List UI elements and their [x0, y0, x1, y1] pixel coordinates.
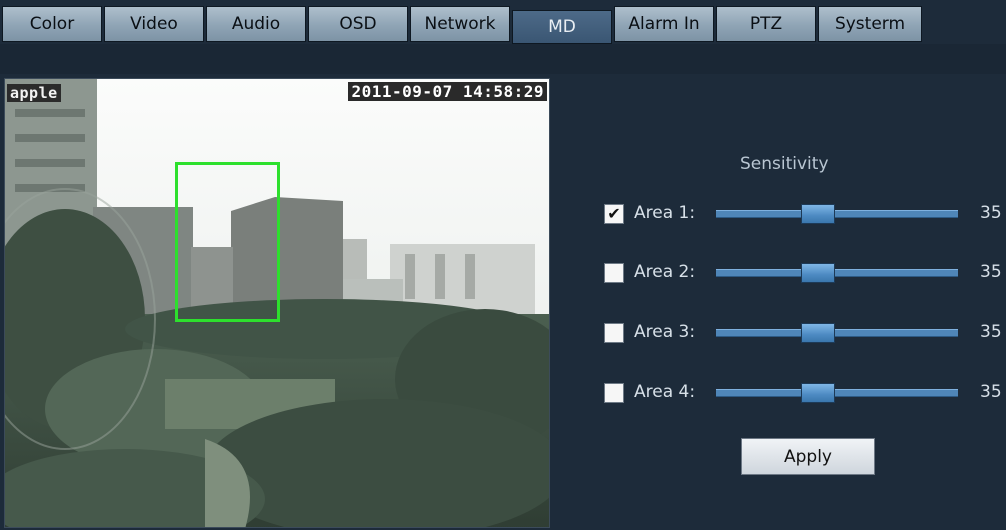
area-label: Area 2: [634, 262, 696, 282]
osd-datetime: 2011-09-07 14:58:29 [348, 82, 547, 101]
area-4-slider-thumb[interactable] [801, 383, 835, 403]
tab-alarm-in[interactable]: Alarm In [614, 6, 714, 42]
area-row: Area 2: 35 [600, 259, 1006, 289]
area-2-slider[interactable] [716, 269, 958, 277]
tab-label: Systerm [834, 14, 906, 34]
tab-label: Audio [231, 14, 281, 34]
motion-detection-area[interactable] [175, 162, 280, 322]
osd-camera-name: apple [7, 84, 61, 102]
area-2-checkbox[interactable] [604, 263, 624, 283]
area-value: 35 [980, 203, 1002, 223]
area-row: Area 4: 35 [600, 379, 1006, 409]
tab-label: Color [29, 14, 75, 34]
area-3-slider[interactable] [716, 329, 958, 337]
area-label: Area 4: [634, 382, 696, 402]
area-row: ✔ Area 1: 35 [600, 200, 1006, 230]
area-value: 35 [980, 262, 1002, 282]
area-row: Area 3: 35 [600, 319, 1006, 349]
tab-osd[interactable]: OSD [308, 6, 408, 42]
area-1-checkbox[interactable]: ✔ [604, 204, 624, 224]
video-preview[interactable]: apple 2011-09-07 14:58:29 [4, 78, 550, 528]
area-value: 35 [980, 322, 1002, 342]
tab-audio[interactable]: Audio [206, 6, 306, 42]
tab-label: MD [548, 17, 576, 37]
apply-label: Apply [784, 446, 832, 467]
tab-ptz[interactable]: PTZ [716, 6, 816, 42]
area-4-checkbox[interactable] [604, 383, 624, 403]
area-3-slider-thumb[interactable] [801, 323, 835, 343]
area-1-slider-thumb[interactable] [801, 204, 835, 224]
tab-strip [0, 44, 1006, 74]
area-2-slider-thumb[interactable] [801, 263, 835, 283]
tab-bar: Color Video Audio OSD Network MD Alarm I… [0, 0, 1006, 46]
area-4-slider[interactable] [716, 389, 958, 397]
tab-label: Video [130, 14, 178, 34]
tab-systerm[interactable]: Systerm [818, 6, 922, 42]
area-value: 35 [980, 382, 1002, 402]
tab-label: PTZ [749, 14, 783, 34]
tab-md[interactable]: MD [512, 10, 612, 44]
checkmark-icon: ✔ [607, 204, 621, 223]
tab-video[interactable]: Video [104, 6, 204, 42]
area-label: Area 1: [634, 203, 696, 223]
tab-label: Network [424, 14, 496, 34]
tab-color[interactable]: Color [2, 6, 102, 42]
area-1-slider[interactable] [716, 210, 958, 218]
tab-network[interactable]: Network [410, 6, 510, 42]
tab-label: Alarm In [628, 14, 700, 34]
apply-button[interactable]: Apply [741, 438, 875, 475]
area-3-checkbox[interactable] [604, 323, 624, 343]
sensitivity-title: Sensitivity [740, 154, 829, 174]
area-label: Area 3: [634, 322, 696, 342]
tab-label: OSD [339, 14, 377, 34]
